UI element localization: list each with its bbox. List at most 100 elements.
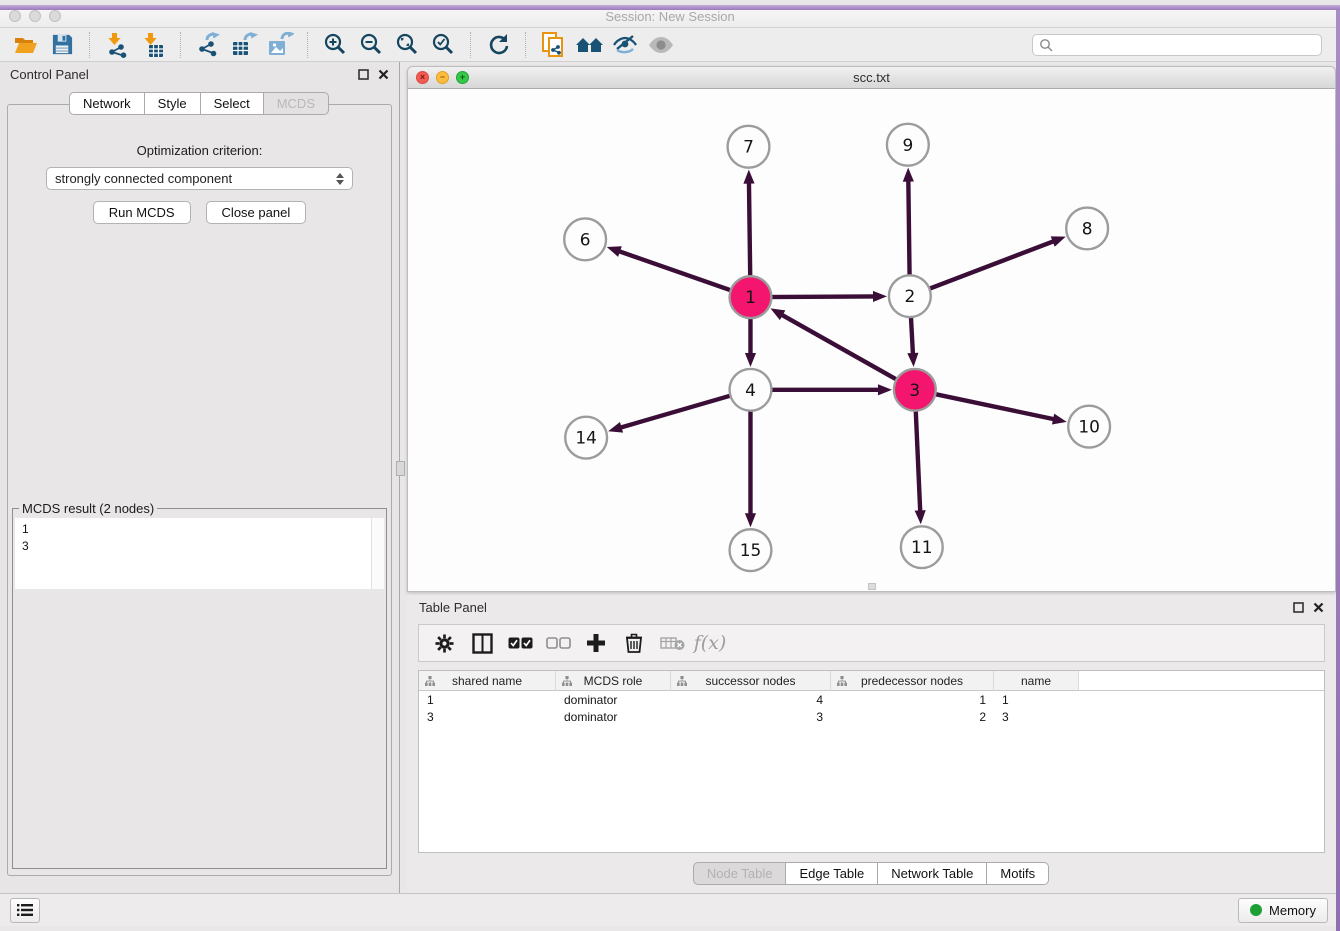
edge-3-1[interactable]	[780, 314, 915, 390]
desktop-edge-top	[0, 5, 1340, 10]
task-history-button[interactable]	[10, 898, 40, 923]
table-toolbar: f(x)	[418, 624, 1325, 662]
zoom-selected-button[interactable]	[427, 31, 459, 59]
arrowhead-1-6	[607, 246, 622, 257]
duplicate-network-button[interactable]	[537, 31, 569, 59]
desktop-edge-right	[1336, 5, 1340, 931]
export-network-button[interactable]	[192, 31, 224, 59]
zoom-window-button[interactable]	[49, 10, 61, 22]
arrowhead-3-10	[1052, 414, 1067, 425]
zoom-fit-icon	[395, 32, 420, 57]
node-label-15: 15	[740, 540, 762, 560]
run-mcds-button[interactable]: Run MCDS	[93, 201, 191, 224]
panel-divider-grip[interactable]	[396, 461, 405, 476]
tab-network[interactable]: Network	[69, 92, 145, 115]
network-canvas[interactable]: 1234678910111415	[408, 89, 1335, 591]
table-row[interactable]: 1dominator411	[419, 691, 1324, 708]
network-close-button[interactable]: ×	[416, 71, 429, 84]
arrowhead-2-3	[907, 353, 918, 367]
status-bar: Memory	[0, 893, 1340, 926]
import-network-button[interactable]	[101, 31, 133, 59]
show-columns-button[interactable]	[463, 633, 501, 654]
toolbar-separator	[525, 32, 526, 58]
criterion-select[interactable]: strongly connected component	[46, 167, 353, 190]
delete-table-button[interactable]	[653, 635, 691, 651]
tab-style[interactable]: Style	[144, 92, 201, 115]
float-panel-icon[interactable]	[358, 69, 369, 80]
refresh-layout-button[interactable]	[482, 31, 514, 59]
search-input[interactable]	[1057, 38, 1315, 52]
table-header-row: shared nameMCDS rolesuccessor nodesprede…	[419, 671, 1324, 691]
tab-select[interactable]: Select	[200, 92, 264, 115]
column-header-MCDS-role[interactable]: MCDS role	[556, 671, 671, 691]
tab-node-table[interactable]: Node Table	[693, 862, 787, 885]
houses-icon	[575, 33, 604, 57]
network-minimize-button[interactable]: −	[436, 71, 449, 84]
network-graph[interactable]: 1234678910111415	[408, 89, 1335, 591]
show-all-networks-button[interactable]	[573, 31, 605, 59]
tab-motifs[interactable]: Motifs	[986, 862, 1049, 885]
node-label-7: 7	[743, 137, 754, 157]
unselect-all-columns-button[interactable]	[539, 637, 577, 649]
zoom-in-button[interactable]	[319, 31, 351, 59]
node-label-6: 6	[580, 229, 591, 249]
add-column-button[interactable]	[577, 633, 615, 653]
delete-column-button[interactable]	[615, 633, 653, 653]
close-window-button[interactable]	[9, 10, 21, 22]
canvas-resize-grip[interactable]	[868, 583, 876, 590]
window-title: Session: New Session	[0, 9, 1340, 24]
result-scrollbar[interactable]	[371, 518, 384, 589]
column-header-name[interactable]: name	[994, 671, 1079, 691]
checked-boxes-icon	[508, 637, 533, 649]
mcds-result-text[interactable]: 1 3	[15, 518, 384, 589]
import-table-button[interactable]	[137, 31, 169, 59]
cell-predecessor-nodes: 2	[831, 708, 994, 725]
table-options-button[interactable]	[425, 634, 463, 653]
minimize-window-button[interactable]	[29, 10, 41, 22]
tab-edge-table[interactable]: Edge Table	[785, 862, 878, 885]
open-session-button[interactable]	[10, 31, 42, 59]
import-network-icon	[104, 32, 130, 58]
column-header-successor-nodes[interactable]: successor nodes	[671, 671, 831, 691]
right-column: × − + scc.txt 1234678910111415 Table Pan…	[400, 62, 1340, 893]
cell-filler	[1079, 708, 1324, 725]
zoom-out-button[interactable]	[355, 31, 387, 59]
list-icon	[17, 903, 33, 917]
arrowhead-2-9	[903, 168, 914, 182]
duplicate-network-icon	[540, 31, 566, 58]
close-panel-icon[interactable]	[1313, 602, 1324, 613]
column-header-shared-name[interactable]: shared name	[419, 671, 556, 691]
close-panel-button[interactable]: Close panel	[206, 201, 307, 224]
float-panel-icon[interactable]	[1293, 602, 1304, 613]
search-box[interactable]	[1032, 34, 1322, 56]
tab-mcds[interactable]: MCDS	[263, 92, 329, 115]
hide-graphics-details-button[interactable]	[609, 31, 641, 59]
tab-network-table[interactable]: Network Table	[877, 862, 987, 885]
function-builder-button[interactable]: f(x)	[691, 632, 729, 654]
select-all-columns-button[interactable]	[501, 637, 539, 649]
close-panel-icon[interactable]	[378, 69, 389, 80]
zoom-fit-button[interactable]	[391, 31, 423, 59]
show-graphics-details-button[interactable]	[645, 31, 677, 59]
optimization-criterion-label: Optimization criterion:	[8, 143, 391, 158]
arrowhead-1-2	[873, 291, 887, 302]
import-table-icon	[140, 32, 166, 58]
edge-2-8[interactable]	[910, 241, 1056, 297]
open-folder-icon	[13, 33, 39, 57]
node-label-10: 10	[1078, 417, 1100, 437]
cell-predecessor-nodes: 1	[831, 691, 994, 708]
network-window-titlebar[interactable]: × − + scc.txt	[408, 67, 1335, 89]
network-zoom-button[interactable]: +	[456, 71, 469, 84]
memory-button[interactable]: Memory	[1238, 898, 1328, 923]
control-panel-header: Control Panel	[0, 62, 399, 87]
save-session-button[interactable]	[46, 31, 78, 59]
table-row[interactable]: 3dominator323	[419, 708, 1324, 725]
export-table-button[interactable]	[228, 31, 260, 59]
column-header-predecessor-nodes[interactable]: predecessor nodes	[831, 671, 994, 691]
save-icon	[51, 33, 74, 56]
mcds-result-legend: MCDS result (2 nodes)	[19, 501, 157, 516]
arrowhead-4-15	[745, 513, 756, 527]
node-table[interactable]: shared nameMCDS rolesuccessor nodesprede…	[418, 670, 1325, 853]
export-image-button[interactable]	[264, 31, 296, 59]
memory-status-icon	[1250, 904, 1262, 916]
